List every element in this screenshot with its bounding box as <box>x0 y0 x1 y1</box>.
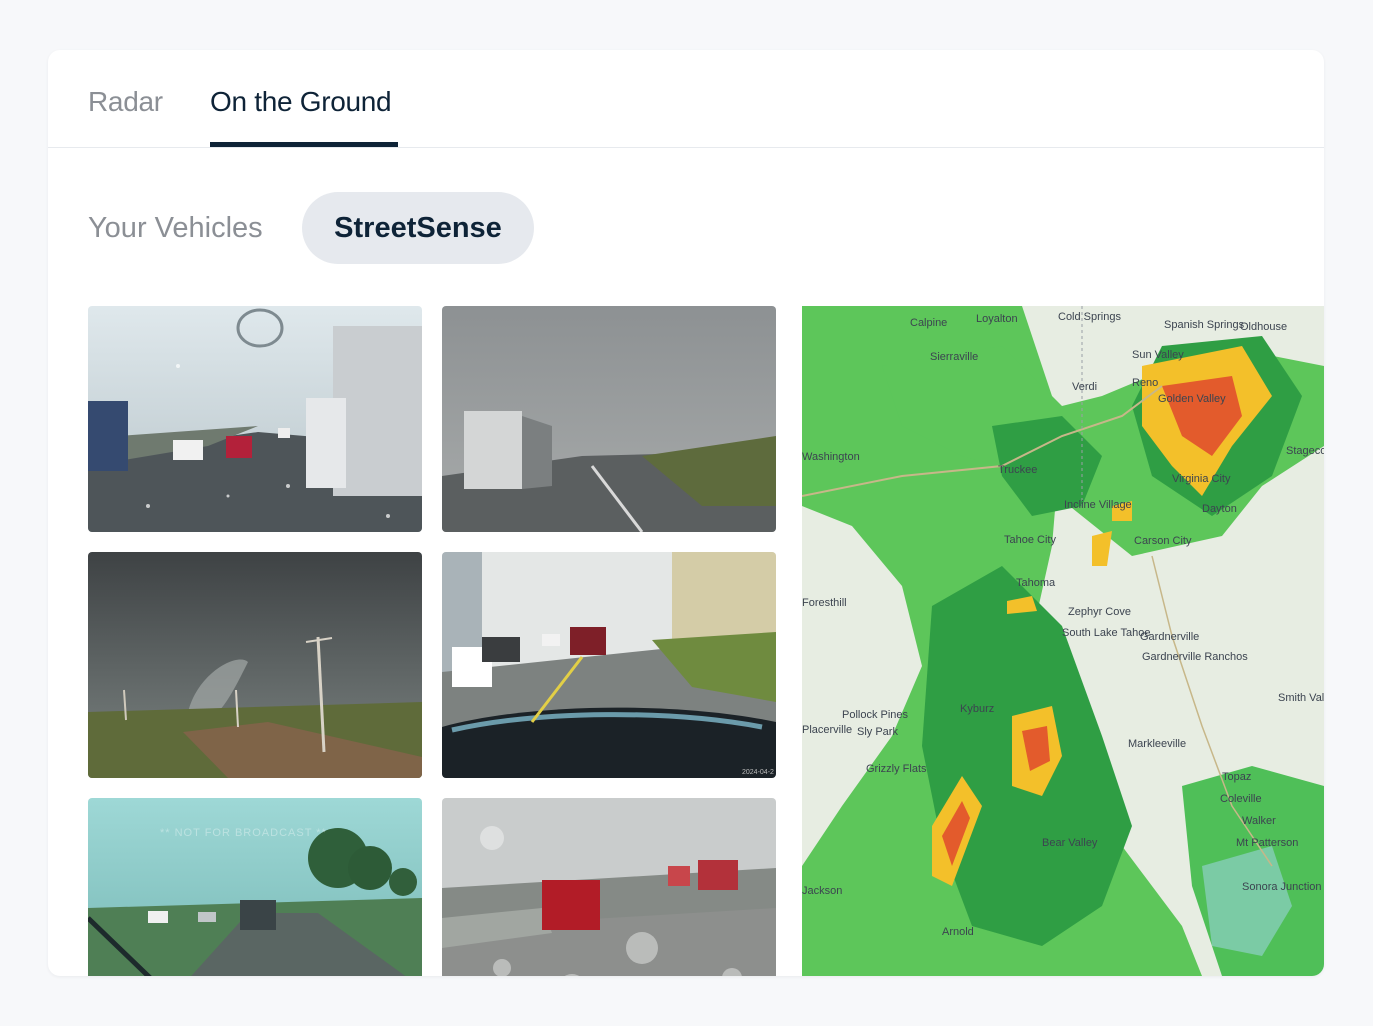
camera-thumbnail-2[interactable] <box>442 306 776 532</box>
svg-text:Mt Patterson: Mt Patterson <box>1236 837 1298 849</box>
svg-text:Golden Valley: Golden Valley <box>1158 393 1226 405</box>
tab-radar[interactable]: Radar <box>88 86 163 118</box>
camera-thumbnail-6[interactable] <box>442 798 776 976</box>
svg-text:South Lake Tahoe: South Lake Tahoe <box>1062 627 1150 639</box>
svg-text:Smith Valley: Smith Valley <box>1278 692 1324 704</box>
svg-text:Carson City: Carson City <box>1134 535 1192 547</box>
svg-text:Virginia City: Virginia City <box>1172 473 1231 485</box>
svg-text:Jackson: Jackson <box>802 885 842 897</box>
svg-text:Truckee: Truckee <box>998 464 1037 476</box>
filter-streetsense[interactable]: StreetSense <box>302 192 534 264</box>
svg-text:Spanish Springs: Spanish Springs <box>1164 319 1245 331</box>
svg-text:Washington: Washington <box>802 451 860 463</box>
camera-thumbnail-4[interactable]: 2024-04-2 <box>442 552 776 778</box>
svg-text:Zephyr Cove: Zephyr Cove <box>1068 606 1131 618</box>
svg-text:Stagecoach: Stagecoach <box>1286 445 1324 457</box>
camera-thumbnail-1[interactable] <box>88 306 422 532</box>
svg-text:Markleeville: Markleeville <box>1128 738 1186 750</box>
svg-text:Foresthill: Foresthill <box>802 597 847 609</box>
on-the-ground-panel: Radar On the Ground Your Vehicles Street… <box>48 50 1324 976</box>
svg-text:Reno: Reno <box>1132 377 1158 389</box>
svg-text:Oldhouse: Oldhouse <box>1240 321 1287 333</box>
svg-text:Dayton: Dayton <box>1202 503 1237 515</box>
dashcam-timestamp: 2024-04-2 <box>742 769 774 776</box>
svg-text:Tahoma: Tahoma <box>1016 577 1056 589</box>
svg-text:Placerville: Placerville <box>802 724 852 736</box>
svg-text:Tahoe City: Tahoe City <box>1004 534 1056 546</box>
svg-text:Pollock Pines: Pollock Pines <box>842 709 909 721</box>
not-for-broadcast-watermark: ** NOT FOR BROADCAST ** <box>160 827 327 839</box>
filter-your-vehicles[interactable]: Your Vehicles <box>88 192 263 264</box>
svg-text:Grizzly Flats: Grizzly Flats <box>866 763 927 775</box>
svg-text:Sly Park: Sly Park <box>857 726 898 738</box>
svg-text:Bear Valley: Bear Valley <box>1042 837 1098 849</box>
camera-thumbnail-5[interactable]: ** NOT FOR BROADCAST ** <box>88 798 422 976</box>
svg-text:Cold Springs: Cold Springs <box>1058 311 1121 323</box>
svg-text:Sierraville: Sierraville <box>930 351 978 363</box>
svg-text:Coleville: Coleville <box>1220 793 1262 805</box>
svg-text:Gardnerville Ranchos: Gardnerville Ranchos <box>1142 651 1248 663</box>
radar-map[interactable]: Calpine Loyalton Cold Springs Spanish Sp… <box>802 306 1324 976</box>
tab-bar: Radar On the Ground <box>48 50 1324 148</box>
svg-text:Loyalton: Loyalton <box>976 313 1018 325</box>
svg-text:Calpine: Calpine <box>910 317 947 329</box>
svg-text:Arnold: Arnold <box>942 926 974 938</box>
tab-on-the-ground[interactable]: On the Ground <box>210 86 392 118</box>
svg-text:Walker: Walker <box>1242 815 1276 827</box>
svg-text:Sonora Junction: Sonora Junction <box>1242 881 1322 893</box>
svg-text:Verdi: Verdi <box>1072 381 1097 393</box>
svg-text:Topaz: Topaz <box>1222 771 1251 783</box>
svg-text:Incline Village: Incline Village <box>1064 499 1132 511</box>
active-tab-indicator <box>210 142 398 147</box>
svg-text:Gardnerville: Gardnerville <box>1140 631 1199 643</box>
svg-text:Sun Valley: Sun Valley <box>1132 349 1184 361</box>
svg-text:Kyburz: Kyburz <box>960 703 994 715</box>
camera-thumbnail-3[interactable] <box>88 552 422 778</box>
